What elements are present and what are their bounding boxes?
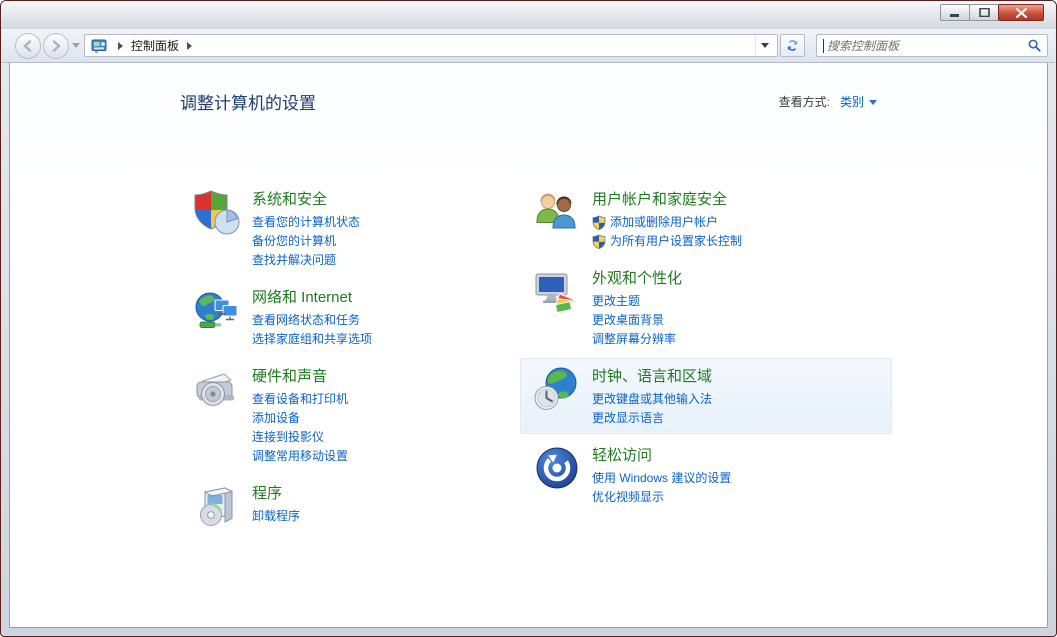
category-title-programs[interactable]: 程序 [252,484,300,504]
refresh-icon [785,38,800,53]
link-adjust-screen-resolution[interactable]: 调整屏幕分辨率 [592,330,682,349]
link-windows-suggested-settings[interactable]: 使用 Windows 建议的设置 [592,469,731,488]
control-panel-window: 控制面板 搜索控制面板 调整计算机的设置 查看方式: [0,0,1057,637]
category-hardware-and-sound: 硬件和声音 查看设备和打印机 添加设备 连接到投影仪 调整常用移动设置 [180,358,530,472]
link-view-network-status[interactable]: 查看网络状态和任务 [252,311,372,330]
minimize-button[interactable] [940,4,970,21]
address-dropdown-button[interactable] [755,35,773,56]
forward-button[interactable] [43,33,69,59]
network-globe-icon[interactable] [193,286,241,334]
close-button[interactable] [998,4,1044,21]
address-bar[interactable]: 控制面板 [84,34,778,57]
search-icon[interactable] [1028,39,1041,52]
category-title-network-and-internet[interactable]: 网络和 Internet [252,288,372,308]
category-column-left: 系统和安全 查看您的计算机状态 备份您的计算机 查找并解决问题 [180,181,530,539]
printer-speaker-icon[interactable] [193,365,241,413]
category-ease-of-access: 轻松访问 使用 Windows 建议的设置 优化视频显示 [520,437,892,513]
link-add-remove-user-accounts[interactable]: 添加或删除用户帐户 [592,213,742,232]
search-placeholder: 搜索控制面板 [827,37,1028,54]
view-by-control: 查看方式: 类别 [779,93,877,110]
ease-of-access-icon[interactable] [533,444,581,492]
refresh-button[interactable] [780,34,805,57]
back-button[interactable] [15,33,41,59]
link-find-fix-problems[interactable]: 查找并解决问题 [252,251,360,270]
link-set-parental-controls[interactable]: 为所有用户设置家长控制 [592,232,742,251]
link-review-computer-status[interactable]: 查看您的计算机状态 [252,213,360,232]
link-connect-projector[interactable]: 连接到投影仪 [252,428,348,447]
uac-shield-icon [592,234,606,249]
link-adjust-mobility-settings[interactable]: 调整常用移动设置 [252,447,348,466]
category-title-clock-language-region[interactable]: 时钟、语言和区域 [592,367,712,387]
link-backup-computer[interactable]: 备份您的计算机 [252,232,360,251]
chevron-down-icon[interactable] [869,100,877,105]
view-by-value[interactable]: 类别 [840,93,864,110]
monitor-colors-icon[interactable] [533,267,581,315]
category-system-and-security: 系统和安全 查看您的计算机状态 备份您的计算机 查找并解决问题 [180,181,530,276]
search-input[interactable]: 搜索控制面板 [816,34,1048,57]
breadcrumb-arrow-icon [118,42,123,50]
link-optimize-visual-display[interactable]: 优化视频显示 [592,488,731,507]
category-appearance-personalization: 外观和个性化 更改主题 更改桌面背景 调整屏幕分辨率 [520,260,892,355]
control-panel-icon [91,38,107,54]
category-column-right: 用户帐户和家庭安全 添加或删除 [520,181,892,516]
page-title: 调整计算机的设置 [180,89,316,114]
content-area: 调整计算机的设置 查看方式: 类别 [9,63,1048,628]
software-box-icon[interactable] [193,482,241,530]
security-shield-icon[interactable] [193,188,241,236]
breadcrumb-control-panel[interactable]: 控制面板 [131,37,179,54]
category-title-hardware-and-sound[interactable]: 硬件和声音 [252,367,348,387]
category-network-and-internet: 网络和 Internet 查看网络状态和任务 选择家庭组和共享选项 [180,279,530,355]
category-title-system-and-security[interactable]: 系统和安全 [252,190,360,210]
category-clock-language-region[interactable]: 时钟、语言和区域 更改键盘或其他输入法 更改显示语言 [520,358,892,434]
recent-pages-dropdown[interactable] [72,43,80,48]
globe-clock-icon[interactable] [533,365,581,413]
link-label: 添加或删除用户帐户 [610,213,718,232]
uac-shield-icon [592,215,606,230]
back-arrow-icon [22,40,34,52]
category-programs: 程序 卸载程序 [180,475,530,536]
breadcrumb-arrow-icon[interactable] [187,42,192,50]
caption-buttons [941,4,1044,21]
category-user-accounts-family-safety: 用户帐户和家庭安全 添加或删除 [520,181,892,257]
close-icon [1016,8,1027,18]
link-view-devices-printers[interactable]: 查看设备和打印机 [252,390,348,409]
link-change-keyboards-input-methods[interactable]: 更改键盘或其他输入法 [592,390,712,409]
maximize-icon [979,8,990,17]
category-title-appearance-personalization[interactable]: 外观和个性化 [592,269,682,289]
link-homegroup-sharing-options[interactable]: 选择家庭组和共享选项 [252,330,372,349]
users-icon[interactable] [533,188,581,236]
navigation-toolbar: 控制面板 搜索控制面板 [2,29,1055,63]
link-change-display-language[interactable]: 更改显示语言 [592,409,712,428]
link-uninstall-program[interactable]: 卸载程序 [252,507,300,526]
category-title-ease-of-access[interactable]: 轻松访问 [592,446,731,466]
text-caret [823,39,824,53]
link-label: 为所有用户设置家长控制 [610,232,742,251]
link-add-device[interactable]: 添加设备 [252,409,348,428]
chevron-down-icon [761,43,769,48]
minimize-icon [950,8,960,17]
link-change-desktop-background[interactable]: 更改桌面背景 [592,311,682,330]
category-title-user-accounts-family-safety[interactable]: 用户帐户和家庭安全 [592,190,742,210]
link-change-theme[interactable]: 更改主题 [592,292,682,311]
forward-arrow-icon [50,40,62,52]
title-bar[interactable] [1,1,1056,29]
maximize-button[interactable] [969,4,999,21]
view-by-label: 查看方式: [779,93,830,110]
